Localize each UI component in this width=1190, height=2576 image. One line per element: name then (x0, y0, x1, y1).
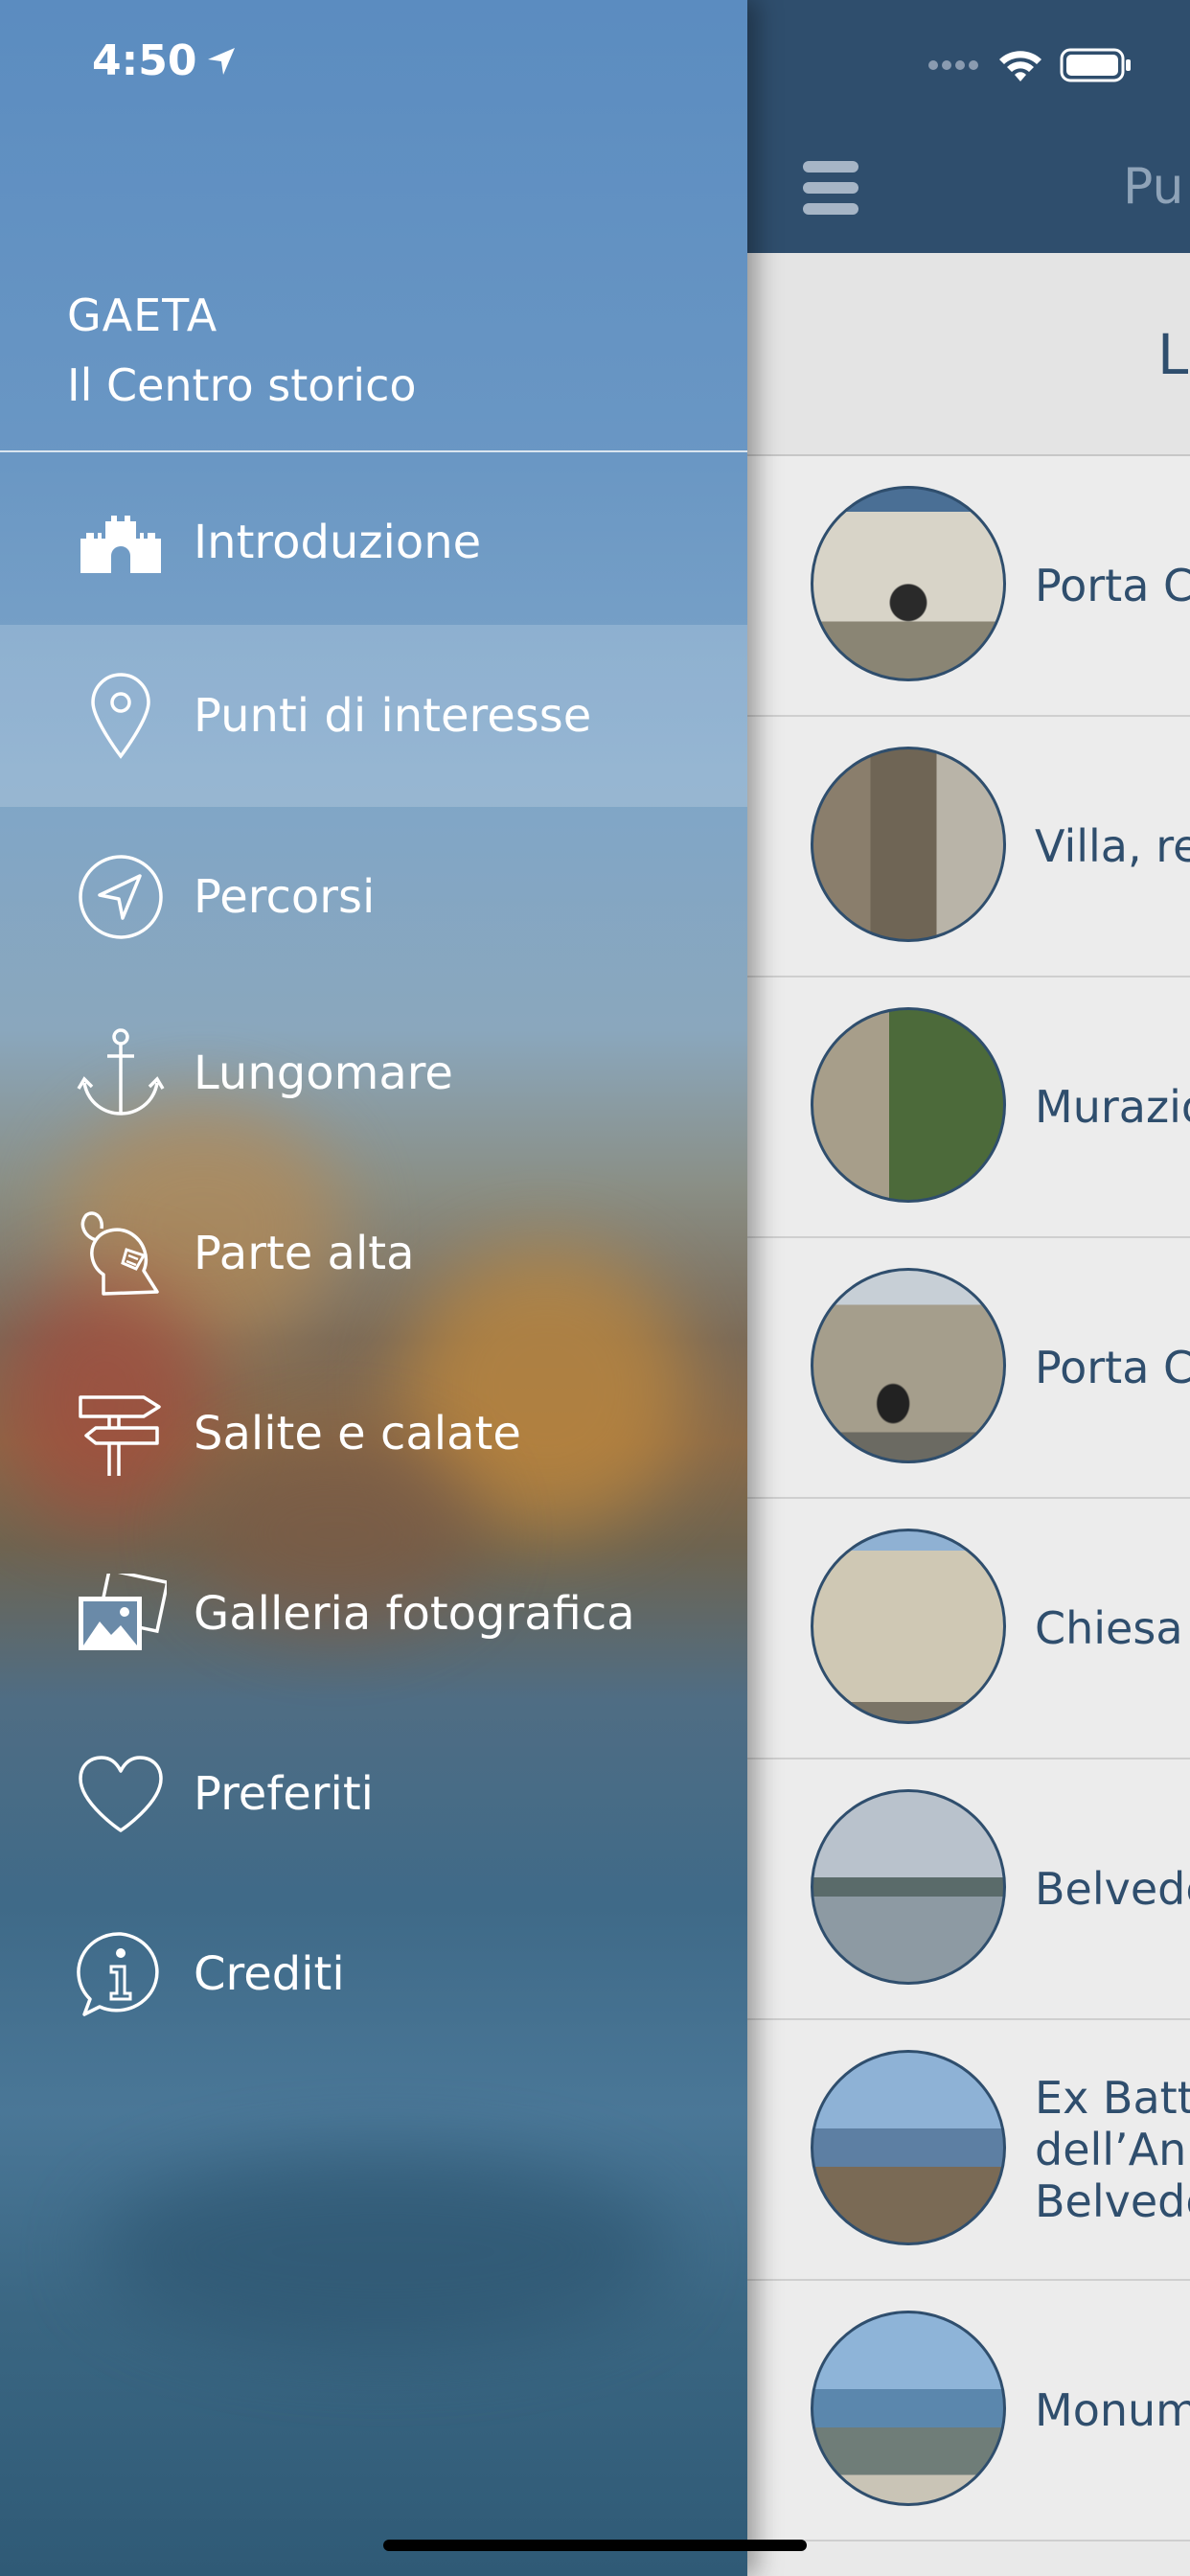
menu-item-label: Lungomare (194, 1046, 453, 1100)
list-item[interactable]: Ex Batt dell’An Belvede (747, 2020, 1190, 2281)
poi-thumbnail (811, 747, 1006, 942)
anchor-icon (75, 1027, 167, 1119)
poi-list: Porta C Villa, re Murazio Porta C Chiesa… (747, 456, 1190, 2542)
menu-item-galleria-fotografica[interactable]: Galleria fotografica (0, 1528, 747, 1700)
main-panel: Pu L Porta C Villa, re Murazi Porta C Ch… (747, 0, 1190, 2576)
menu-item-parte-alta[interactable]: Parte alta (0, 1167, 747, 1340)
menu-item-crediti[interactable]: Crediti (0, 1888, 747, 2060)
poi-thumbnail (811, 2050, 1006, 2245)
info-bubble-icon (75, 1928, 167, 2020)
menu-item-label: Introduzione (194, 516, 482, 569)
poi-thumbnail (811, 1268, 1006, 1463)
menu-item-label: Galleria fotografica (194, 1587, 635, 1641)
signpost-icon (75, 1388, 167, 1480)
photo-gallery-icon (75, 1568, 167, 1660)
poi-thumbnail (811, 1007, 1006, 1203)
divider (0, 450, 747, 452)
list-item-label: Chiesa (1035, 1602, 1183, 1654)
navigation-arrow-icon (75, 851, 167, 943)
location-arrow-icon (208, 47, 236, 75)
menu-item-preferiti[interactable]: Preferiti (0, 1708, 747, 1880)
menu-item-salite-e-calate[interactable]: Salite e calate (0, 1347, 747, 1520)
cellular-signal-icon (928, 60, 978, 70)
list-item[interactable]: Monum (747, 2281, 1190, 2542)
page-title: Pu (1123, 158, 1184, 216)
hamburger-menu-icon[interactable] (803, 161, 858, 215)
segment-header-label: L (1157, 322, 1189, 387)
status-time: 4:50 (92, 36, 237, 85)
app-name: GAETA (67, 289, 218, 341)
list-item-label: Monum (1035, 2384, 1190, 2436)
list-item-label: Villa, re (1035, 820, 1190, 872)
poi-thumbnail (811, 1529, 1006, 1724)
menu-item-lungomare[interactable]: Lungomare (0, 987, 747, 1160)
menu-item-punti-di-interesse[interactable]: Punti di interesse (0, 625, 747, 807)
app-subtitle: Il Centro storico (67, 359, 417, 411)
poi-thumbnail (811, 1789, 1006, 1985)
list-item-label: Porta C (1035, 1342, 1190, 1393)
menu-item-label: Percorsi (194, 870, 376, 924)
list-item-label: Porta C (1035, 560, 1190, 611)
menu-item-percorsi[interactable]: Percorsi (0, 811, 747, 983)
segment-header: L (747, 253, 1190, 456)
menu-item-label: Crediti (194, 1947, 345, 2001)
home-indicator[interactable] (383, 2540, 807, 2551)
list-item-label: Murazio (1035, 1081, 1190, 1133)
app-screen: Pu L Porta C Villa, re Murazi Porta C Ch… (0, 0, 1190, 2576)
nav-header: Pu (747, 0, 1190, 253)
list-item-label: Belvede (1035, 1863, 1190, 1915)
list-item[interactable]: Villa, re (747, 717, 1190, 978)
list-item[interactable]: Belvede (747, 1760, 1190, 2020)
menu-item-label: Preferiti (194, 1767, 374, 1821)
side-drawer: 4:50 GAETA Il Centro storico Introduzion… (0, 0, 747, 2576)
menu-item-label: Salite e calate (194, 1407, 521, 1460)
heart-icon (75, 1748, 167, 1840)
castle-icon (75, 496, 167, 588)
list-item[interactable]: Chiesa (747, 1499, 1190, 1760)
battery-icon (1060, 48, 1131, 82)
menu-item-label: Parte alta (194, 1227, 415, 1280)
poi-thumbnail (811, 2311, 1006, 2506)
status-indicators (927, 46, 1133, 84)
menu-item-label: Punti di interesse (194, 689, 592, 743)
list-item[interactable]: Porta C (747, 1238, 1190, 1499)
poi-thumbnail (811, 486, 1006, 681)
list-item[interactable]: Murazio (747, 978, 1190, 1238)
list-item-label: Ex Batt dell’An Belvede (1035, 2072, 1190, 2227)
knight-helmet-icon (75, 1208, 167, 1300)
menu-item-introduzione[interactable]: Introduzione (0, 456, 747, 629)
wifi-icon (999, 51, 1041, 81)
list-item[interactable]: Porta C (747, 456, 1190, 717)
map-pin-icon (75, 670, 167, 762)
